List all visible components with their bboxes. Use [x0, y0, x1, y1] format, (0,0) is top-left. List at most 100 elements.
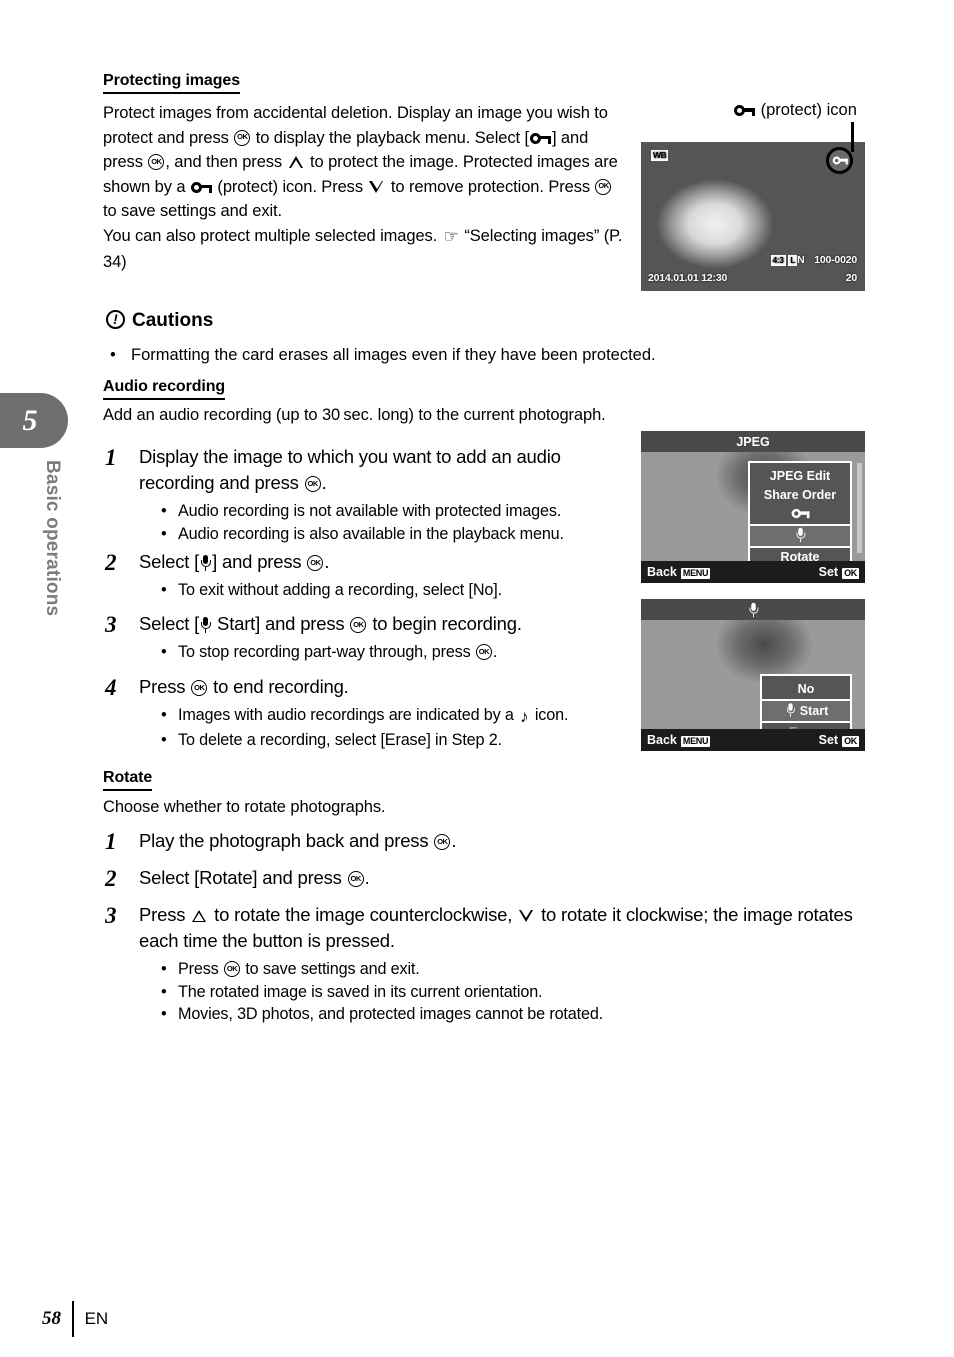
microphone-icon — [748, 602, 758, 617]
step-text-a: Display the image to which you want to a… — [139, 446, 561, 493]
protect-key-icon — [529, 132, 551, 145]
audio-recording-heading-wrap: Audio recording — [103, 378, 225, 400]
chapter-number: 5 — [22, 403, 38, 437]
microphone-icon — [200, 617, 211, 633]
step-sub-list: • To stop recording part-way through, pre… — [139, 641, 522, 664]
step-number: 2 — [105, 550, 117, 575]
audio-screen-title — [641, 599, 865, 620]
back-control[interactable]: Back MENU — [647, 565, 711, 579]
step-body: Select [ Start] and press to begin recor… — [139, 611, 522, 664]
step-sub-list: • To exit without adding a recording, sel… — [139, 579, 502, 602]
protecting-images-heading-wrap: Protecting images — [103, 72, 240, 94]
rotate-step-1: 1 Play the photograph back and press . — [105, 828, 705, 856]
ok-button-icon — [191, 680, 208, 696]
audio-step-3: 3 Select [ Start] and press to begin rec… — [105, 611, 665, 664]
menu-key-chip: MENU — [680, 568, 711, 579]
step-text-b: . — [364, 867, 370, 888]
sub-item: • To exit without adding a recording, sel… — [139, 579, 502, 602]
step-body: Select [Rotate] and press . — [139, 865, 370, 893]
step-text-a: Press — [139, 676, 191, 697]
protect-key-icon — [190, 181, 212, 194]
sub-item-text: Press — [178, 960, 223, 978]
quality-chip: L — [788, 255, 798, 266]
rotate-intro: Choose whether to rotate photographs. — [103, 798, 386, 816]
quality-text: N — [797, 254, 805, 266]
set-label: Set — [818, 733, 839, 747]
callout-leader-line — [851, 122, 854, 152]
step-body: Play the photograph back and press . — [139, 828, 456, 856]
music-note-icon: ♪ — [520, 707, 529, 726]
caution-icon — [106, 310, 125, 329]
ok-button-icon — [304, 476, 321, 492]
menu-item-label: Start — [799, 704, 829, 718]
menu-item-protect[interactable] — [750, 505, 850, 524]
step-body: Press to end recording. • Images with aud… — [139, 674, 568, 751]
step-text-b: Start] and press — [212, 613, 350, 634]
menu-item-share-order[interactable]: Share Order — [750, 486, 850, 505]
protecting-images-paragraph: Protect images from accidental deletion.… — [103, 101, 623, 274]
step-text-c: to begin recording. — [367, 613, 522, 634]
ok-button-icon — [434, 834, 451, 850]
step-text-b: ] and press — [212, 551, 307, 572]
audio-step-1: 1 Display the image to which you want to… — [105, 444, 625, 545]
wb-chip: WB — [651, 150, 669, 161]
bullet-dot: • — [161, 502, 167, 520]
sub-item: • To delete a recording, select [Erase] i… — [139, 729, 568, 752]
step-text-c: . — [324, 551, 330, 572]
page-number: 58 — [42, 1308, 61, 1329]
bullet-dot: • — [110, 346, 116, 364]
set-label: Set — [818, 565, 839, 579]
bullet-dot: • — [161, 960, 167, 978]
language-code: EN — [84, 1309, 109, 1328]
sub-item: • To stop recording part-way through, pre… — [139, 641, 522, 664]
menu-item-jpeg-edit[interactable]: JPEG Edit — [750, 467, 850, 486]
back-control[interactable]: Back MENU — [647, 733, 711, 747]
rotate-heading: Rotate — [103, 769, 152, 791]
page-footer: 58 EN — [42, 1301, 108, 1337]
set-control[interactable]: Set OK — [819, 565, 859, 579]
step-number: 1 — [105, 445, 117, 470]
para-part-8: to save settings and exit. — [103, 202, 283, 221]
ok-key-chip: OK — [842, 568, 859, 579]
aspect-ratio-chip: 4:3 — [770, 255, 786, 266]
menu-scrollbar[interactable] — [857, 463, 862, 553]
step-text-a: Play the photograph back and press — [139, 830, 434, 851]
reference-hand-icon: ☞ — [443, 226, 459, 246]
microphone-icon — [795, 527, 805, 543]
ok-key-chip: OK — [842, 736, 859, 747]
audio-recording-heading: Audio recording — [103, 378, 225, 400]
sub-item: • The rotated image is saved in its curre… — [139, 981, 865, 1004]
para-part-6: (protect) icon. Press — [212, 177, 368, 196]
jpeg-screen-title: JPEG — [641, 431, 865, 452]
audio-screen-footer: Back MENU Set OK — [641, 729, 865, 751]
sub-item-text: The rotated image is saved in its curren… — [178, 982, 543, 1001]
back-label: Back — [647, 733, 677, 747]
menu-item-audio-recording[interactable] — [748, 524, 852, 548]
white-balance-indicator: WB — [651, 149, 669, 161]
bullet-dot: • — [161, 524, 167, 543]
protecting-images-heading: Protecting images — [103, 72, 240, 94]
sub-item-text: To delete a recording, select [Erase] in… — [178, 730, 502, 749]
sub-item: • Movies, 3D photos, and protected images… — [139, 1003, 865, 1026]
ok-button-icon — [347, 871, 364, 887]
step-body: Display the image to which you want to a… — [139, 444, 625, 545]
chapter-label: Basic operations — [42, 460, 63, 617]
sub-item-text: To exit without adding a recording, sele… — [178, 581, 502, 599]
step-text-a: Select [ — [139, 613, 200, 634]
sub-item: • Images with audio recordings are indica… — [139, 704, 568, 729]
sub-item-suffix: to save settings and exit. — [240, 960, 420, 978]
step-number: 3 — [105, 903, 117, 928]
ok-button-icon — [223, 961, 240, 977]
triangle-down-icon — [369, 180, 384, 194]
ok-button-icon — [595, 178, 612, 195]
step-sub-list: • Audio recording is not available with p… — [139, 500, 625, 545]
set-control[interactable]: Set OK — [819, 733, 859, 747]
ok-button-icon — [475, 644, 492, 660]
menu-item-start[interactable]: Start — [760, 699, 852, 723]
menu-item-no[interactable]: No — [762, 680, 850, 699]
sub-item-suffix: icon. — [530, 706, 569, 724]
sub-item-text: Audio recording is also available in the… — [178, 524, 564, 543]
protect-key-icon — [734, 104, 755, 117]
bullet-dot: • — [161, 1005, 167, 1023]
cautions-bullet-item: • Formatting the card erases all images … — [110, 343, 730, 367]
